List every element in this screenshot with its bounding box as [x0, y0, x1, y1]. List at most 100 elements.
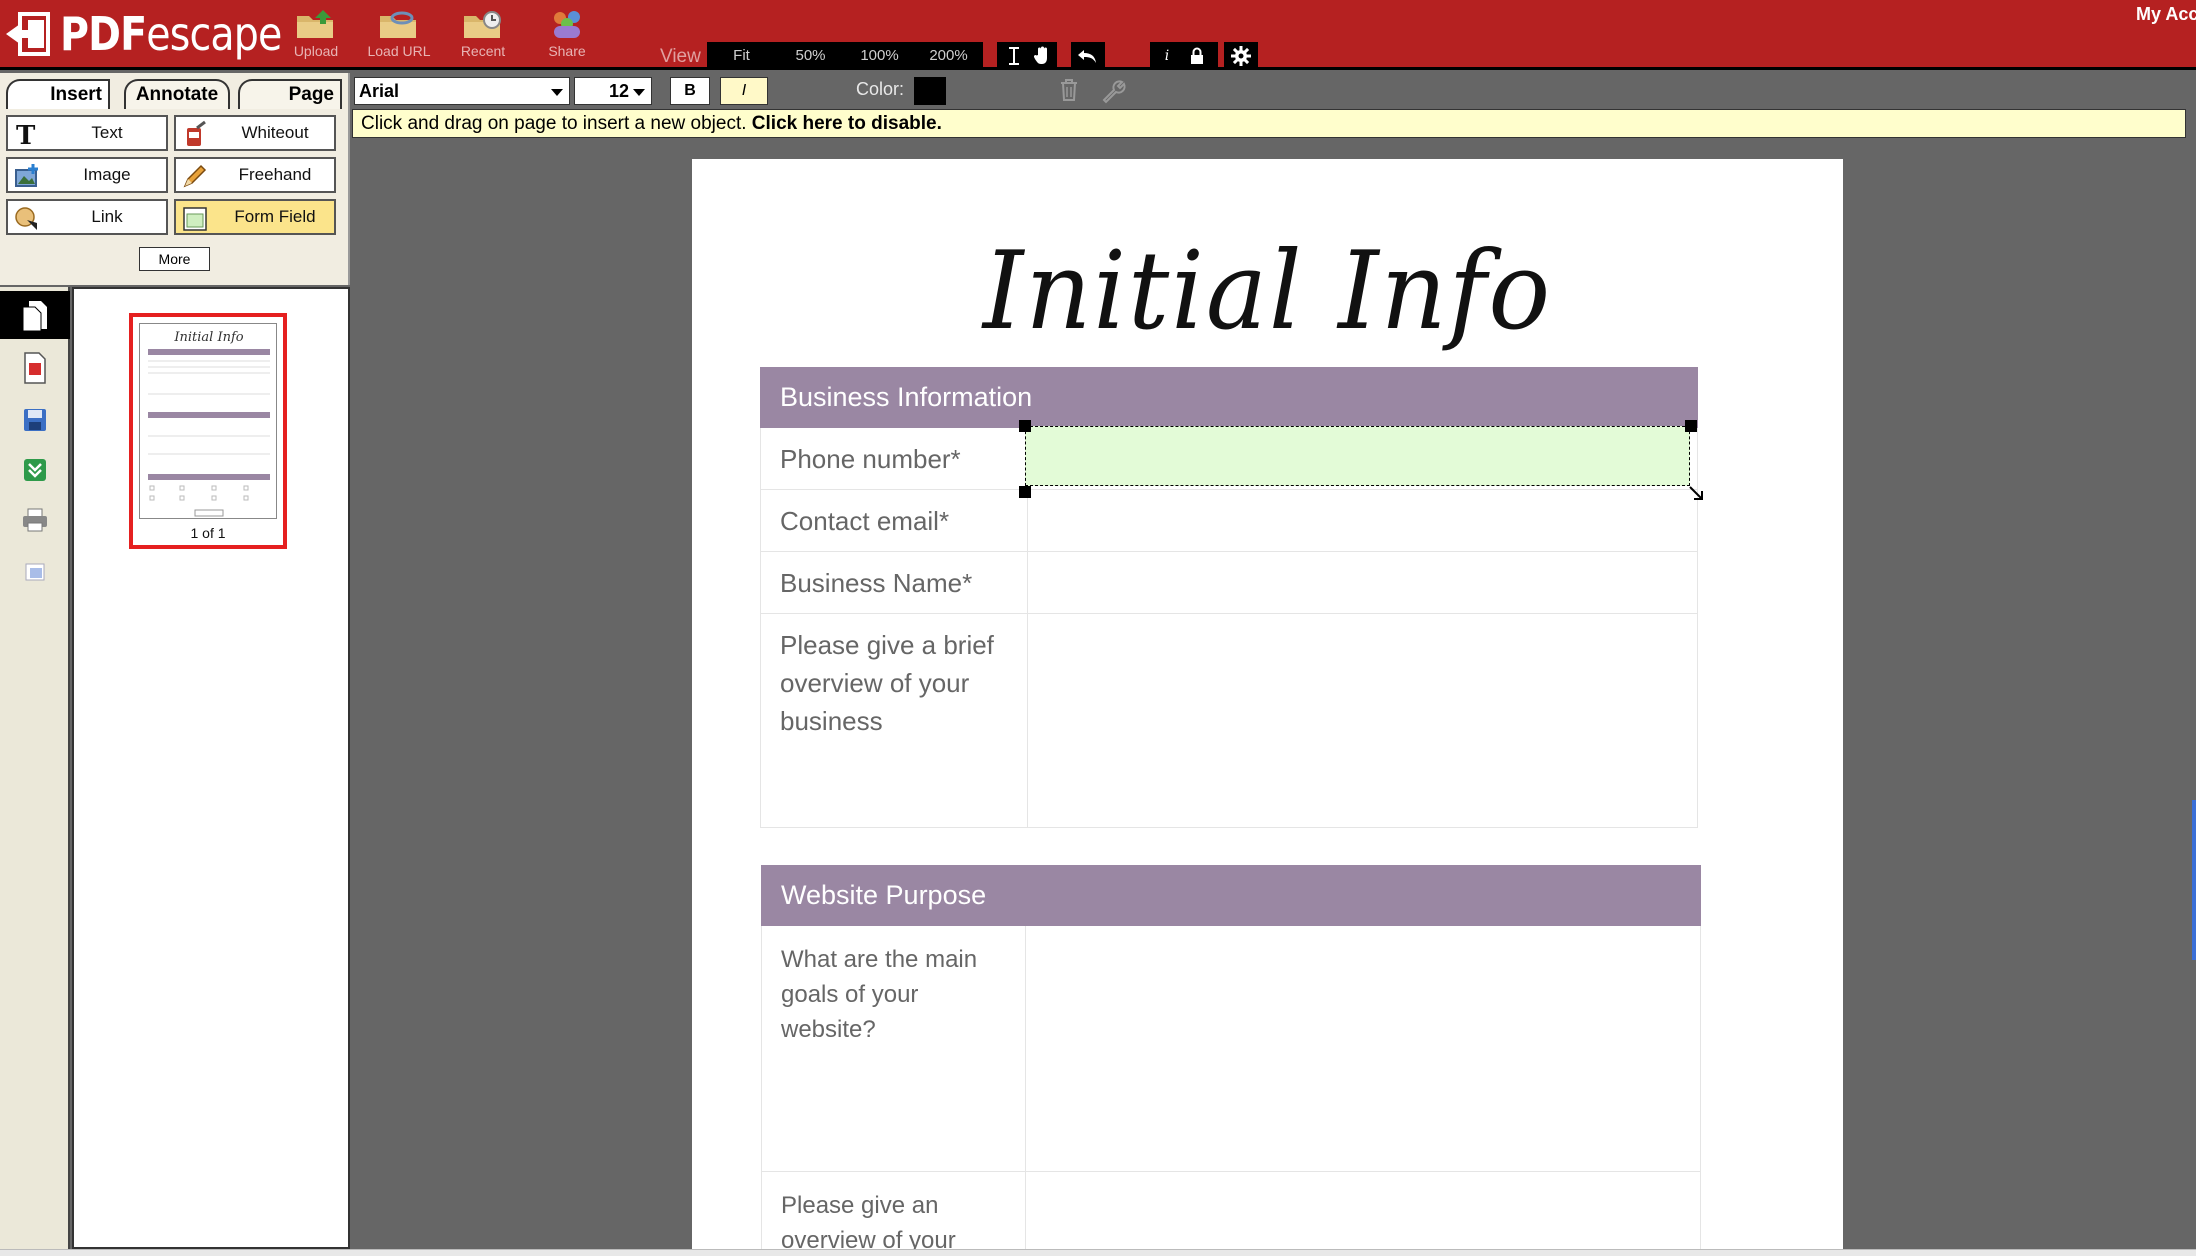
page-thumbnail-preview: Initial Info	[139, 323, 277, 519]
color-swatch[interactable]	[914, 77, 946, 105]
recent-folder-icon	[464, 11, 501, 38]
text-tool-icon: T	[16, 121, 36, 148]
new-form-field[interactable]	[1025, 426, 1690, 486]
insert-image-label: Image	[83, 165, 131, 184]
pdfescape-logo[interactable]: PDFescape	[4, 6, 318, 62]
table-row: Please give a brief overview of your bus…	[760, 614, 1698, 828]
table-row: Please give an overview of your	[761, 1172, 1701, 1249]
trash-icon[interactable]	[1058, 78, 1080, 107]
page-count-label: 1 of 1	[190, 525, 226, 541]
logo-text-pdf: PDF	[60, 7, 147, 61]
website-goals-label: What are the main goals of your website?	[781, 942, 977, 1047]
font-size-value: 12	[608, 81, 629, 101]
format-toolbar: Arial 12 B I Color:	[352, 73, 2196, 109]
thumbnail-panel: Initial Info 1 of 1	[72, 287, 350, 1249]
insert-hint-message: Click and drag on page to insert a new o…	[361, 113, 747, 134]
top-toolbar: PDFescape Upload Load URL Recent Share V…	[0, 0, 2196, 70]
share-people-icon	[554, 11, 580, 38]
image-icon	[15, 164, 38, 187]
load-url-folder-icon	[380, 11, 416, 38]
resize-handle-top-right[interactable]	[1685, 420, 1697, 432]
insert-text-label: Text	[91, 123, 123, 142]
form-field-icon	[183, 207, 207, 231]
insert-whiteout-button[interactable]: Whiteout	[174, 115, 336, 151]
recent-button[interactable]: Recent	[443, 8, 523, 64]
tab-page[interactable]: Page	[238, 79, 342, 109]
tool-panel: Insert Annotate Page T Text Whiteout Ima…	[0, 73, 350, 285]
zoom-100-button[interactable]: 100%	[845, 42, 914, 70]
zoom-50-button[interactable]: 50%	[776, 42, 845, 70]
pdf-document-icon[interactable]	[16, 349, 54, 387]
zoom-200-button[interactable]: 200%	[914, 42, 983, 70]
chevron-down-icon	[551, 89, 563, 96]
table-row: What are the main goals of your website?	[761, 926, 1701, 1172]
whiteout-icon	[187, 120, 206, 146]
load-url-button[interactable]: Load URL	[359, 8, 439, 64]
logo-text-escape: escape	[146, 7, 282, 61]
insert-link-button[interactable]: Link	[6, 199, 168, 235]
upload-folder-icon	[297, 10, 333, 38]
business-overview-line: overview of your	[780, 668, 970, 698]
website-goals-line: What are the main	[781, 946, 978, 973]
my-account-link[interactable]: My Account	[2136, 4, 2196, 25]
recent-label: Recent	[460, 43, 506, 59]
table-row: Business Name*	[760, 552, 1698, 614]
bold-button[interactable]: B	[670, 77, 710, 105]
insert-freehand-button[interactable]: Freehand	[174, 157, 336, 193]
website-overview-line: Please give an	[781, 1192, 939, 1219]
side-icon-strip	[0, 287, 70, 1249]
link-icon	[15, 207, 37, 230]
zoom-fit-button[interactable]: Fit	[707, 42, 776, 70]
insert-form-field-label: Form Field	[234, 207, 316, 226]
website-goals-line: website?	[781, 1016, 876, 1043]
font-family-value: Arial	[359, 81, 400, 101]
insert-whiteout-label: Whiteout	[241, 123, 309, 142]
business-overview-line: business	[780, 706, 883, 736]
undo-icon[interactable]	[1071, 42, 1105, 70]
lock-icon[interactable]	[1180, 42, 1214, 70]
wrench-icon[interactable]	[1100, 78, 1126, 109]
more-tools-button[interactable]: More	[139, 247, 210, 271]
disable-hint-link[interactable]: Click here to disable.	[752, 113, 942, 134]
section-header-website-purpose: Website Purpose	[761, 865, 1701, 926]
print-icon[interactable]	[16, 501, 54, 539]
business-overview-line: Please give a brief	[780, 630, 994, 660]
italic-button[interactable]: I	[720, 77, 768, 105]
vertical-scrollbar[interactable]	[2192, 800, 2196, 960]
panel-tabs: Insert Annotate Page	[0, 75, 350, 109]
website-goals-line: goals of your	[781, 981, 919, 1008]
zoom-group: Fit 50% 100% 200%	[707, 42, 983, 70]
info-icon[interactable]: i	[1150, 42, 1184, 70]
tab-annotate[interactable]: Annotate	[124, 79, 230, 109]
business-overview-label: Please give a brief overview of your bus…	[780, 626, 994, 740]
hand-tool-icon[interactable]	[1025, 42, 1059, 70]
load-url-label: Load URL	[367, 43, 431, 59]
save-icon[interactable]	[16, 401, 54, 439]
pencil-icon	[183, 164, 207, 188]
gear-icon[interactable]	[1224, 42, 1258, 70]
insert-link-label: Link	[91, 207, 123, 226]
insert-hint-bar: Click and drag on page to insert a new o…	[352, 109, 2186, 138]
logo-mark-icon	[4, 8, 54, 60]
resize-arrow-icon[interactable]	[1688, 485, 1704, 506]
font-size-select[interactable]: 12	[574, 77, 652, 105]
pdf-page[interactable]: Initial Info Business Information Phone …	[692, 159, 1843, 1249]
insert-text-button[interactable]: T Text	[6, 115, 168, 151]
insert-image-button[interactable]: Image	[6, 157, 168, 193]
table-row: Contact email*	[760, 490, 1698, 552]
resize-handle-top-left[interactable]	[1019, 420, 1031, 432]
insert-form-field-button[interactable]: Form Field	[174, 199, 336, 235]
form-fields-list-icon[interactable]	[16, 553, 54, 591]
share-button[interactable]: Share	[527, 8, 607, 64]
bottom-status-strip	[0, 1249, 2196, 1256]
download-icon[interactable]	[16, 451, 54, 489]
pages-icon[interactable]	[16, 297, 54, 335]
insert-freehand-label: Freehand	[238, 165, 312, 184]
font-family-select[interactable]: Arial	[354, 77, 570, 105]
upload-button[interactable]: Upload	[276, 8, 356, 64]
page-thumbnail-selected[interactable]: Initial Info 1 of 1	[129, 313, 287, 549]
resize-handle-bottom-left[interactable]	[1019, 486, 1031, 498]
section-header-business-information: Business Information	[760, 367, 1698, 428]
tab-insert[interactable]: Insert	[6, 79, 110, 109]
phone-number-label: Phone number*	[780, 444, 961, 474]
